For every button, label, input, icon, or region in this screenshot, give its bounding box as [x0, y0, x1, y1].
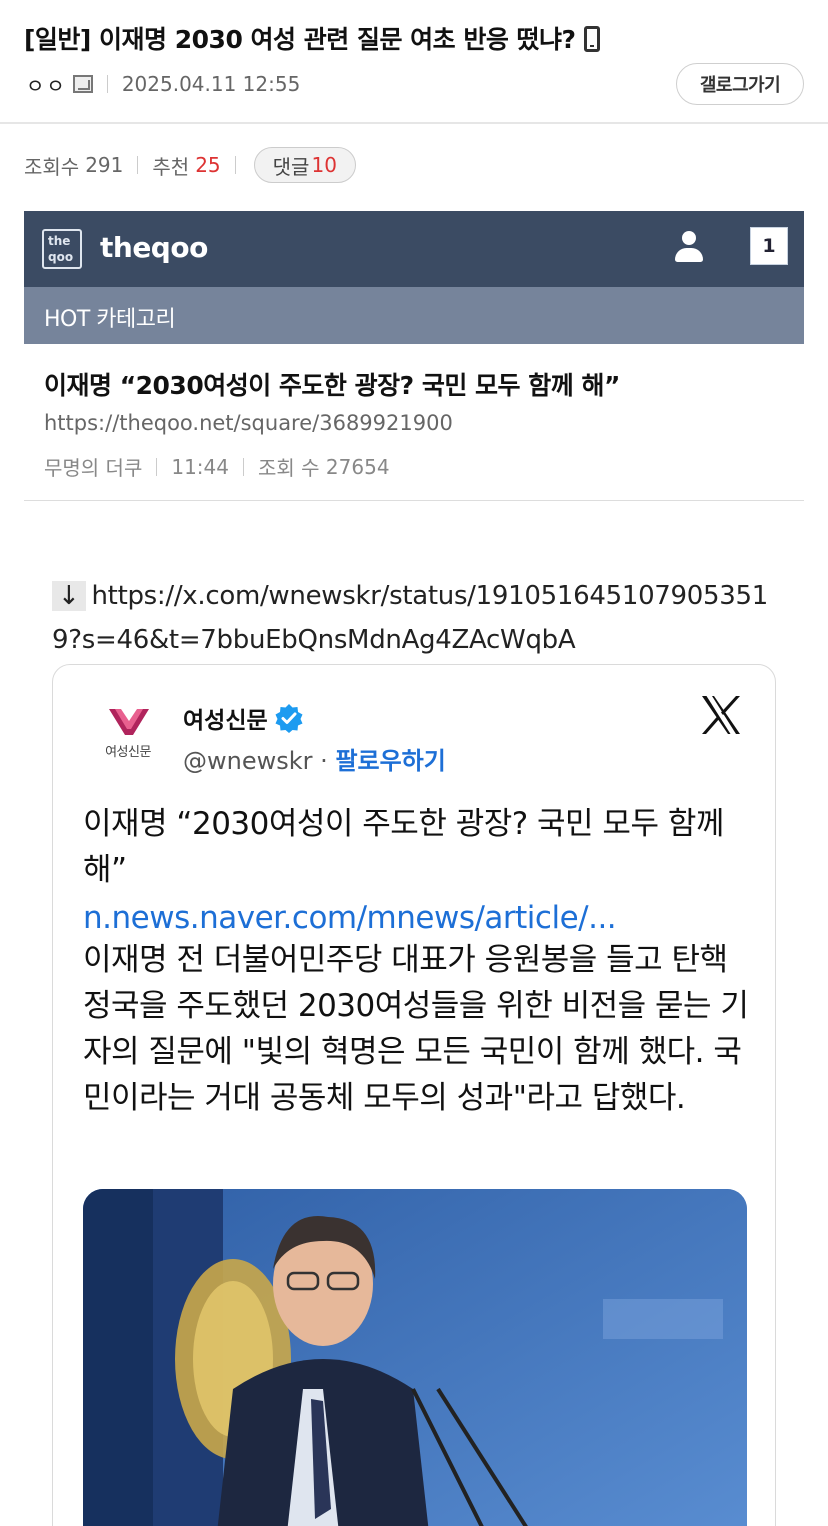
divider — [137, 156, 139, 174]
tweet-author-name-text: 여성신문 — [183, 708, 268, 734]
divider — [156, 457, 158, 476]
news-photo[interactable] — [83, 1189, 747, 1526]
theqoo-brand: theqoo — [100, 231, 208, 264]
divider — [234, 156, 236, 174]
hot-category-bar: HOT 카테고리 — [24, 287, 804, 344]
verified-badge-icon — [275, 704, 303, 733]
gallog-button[interactable]: 갤로그가기 — [676, 63, 804, 105]
source-link-url[interactable]: https://x.com/wnewskr/status/19105164510… — [52, 581, 768, 655]
post-meta: ㅇㅇ 2025.04.11 12:55 — [26, 70, 300, 98]
follow-button[interactable]: 팔로우하기 — [335, 747, 445, 775]
author-name[interactable]: ㅇㅇ — [26, 70, 67, 99]
news-photo-image — [83, 1189, 747, 1526]
hot-category-label: HOT 카테고리 — [44, 307, 176, 332]
user-icon — [674, 231, 704, 265]
tweet-body: 이재명 전 더불어민주당 대표가 응원봉을 들고 탄핵 정국을 주도했던 203… — [83, 942, 749, 1116]
theqoo-article: 이재명 “2030여성이 주도한 광장? 국민 모두 함께 해” https:/… — [24, 344, 804, 501]
theqoo-views-label: 조회 수 — [258, 456, 320, 480]
wnews-logo-text: 여성신문 — [105, 745, 151, 760]
theqoo-article-url: https://theqoo.net/square/3689921900 — [44, 411, 453, 435]
post-header: [일반] 이재명 2030 여성 관련 질문 여초 반응 떴냐? ㅇㅇ 2025… — [0, 0, 828, 124]
theqoo-logo-icon: the qoo — [42, 229, 82, 269]
mobile-icon — [583, 26, 600, 52]
theqoo-header: the qoo theqoo 1 — [24, 211, 804, 287]
author-badge-icon — [72, 75, 93, 93]
views-label: 조회수 — [24, 154, 80, 179]
post-title-text: [일반] 이재명 2030 여성 관련 질문 여초 반응 떴냐? — [24, 25, 576, 54]
views-count: 291 — [85, 153, 124, 177]
tweet-card[interactable]: 여성신문 여성신문 @wnewskr · 팔로우하기 이재명 “2030여성이 … — [52, 664, 776, 1526]
comments-count: 10 — [311, 153, 337, 177]
logo-bottom-text: qoo — [48, 250, 74, 264]
x-logo-icon[interactable] — [699, 693, 743, 737]
theqoo-article-title: 이재명 “2030여성이 주도한 광장? 국민 모두 함께 해” — [44, 371, 620, 400]
divider — [243, 457, 244, 476]
post-title: [일반] 이재명 2030 여성 관련 질문 여초 반응 떴냐? — [24, 20, 600, 56]
tweet-handle: @wnewskr — [183, 747, 313, 775]
wnews-logo-icon: 여성신문 — [93, 705, 163, 769]
tweet-news-link[interactable]: n.news.naver.com/mnews/article/... — [83, 895, 763, 941]
tweet-handle-row: @wnewskr · 팔로우하기 — [183, 741, 446, 776]
tweet-author-name[interactable]: 여성신문 — [183, 701, 304, 735]
theqoo-article-meta: 무명의 더쿠 11:44 조회 수 27654 — [44, 452, 390, 481]
wnews-logo-mark — [109, 709, 149, 735]
recommend-label: 추천 — [152, 154, 190, 179]
notification-badge: 1 — [750, 227, 788, 265]
recommend-count: 25 — [195, 153, 221, 177]
arrow-down-icon: ↓ — [52, 581, 86, 611]
comments-button[interactable]: 댓글 10 — [253, 147, 356, 183]
source-link[interactable]: ↓ https://x.com/wnewskr/status/1910516451… — [52, 574, 792, 662]
theqoo-author: 무명의 더쿠 — [44, 456, 143, 480]
post-stats: 조회수 291 추천 25 댓글 10 — [24, 146, 356, 184]
comments-label: 댓글 — [272, 154, 310, 179]
handle-dot: · — [320, 747, 328, 775]
logo-top-text: the — [48, 234, 71, 248]
theqoo-time: 11:44 — [171, 454, 229, 479]
tweet-headline: 이재명 “2030여성이 주도한 광장? 국민 모두 함께 해” — [83, 806, 724, 888]
post-datetime: 2025.04.11 12:55 — [121, 72, 301, 96]
theqoo-views: 27654 — [325, 454, 390, 479]
divider — [106, 75, 108, 93]
